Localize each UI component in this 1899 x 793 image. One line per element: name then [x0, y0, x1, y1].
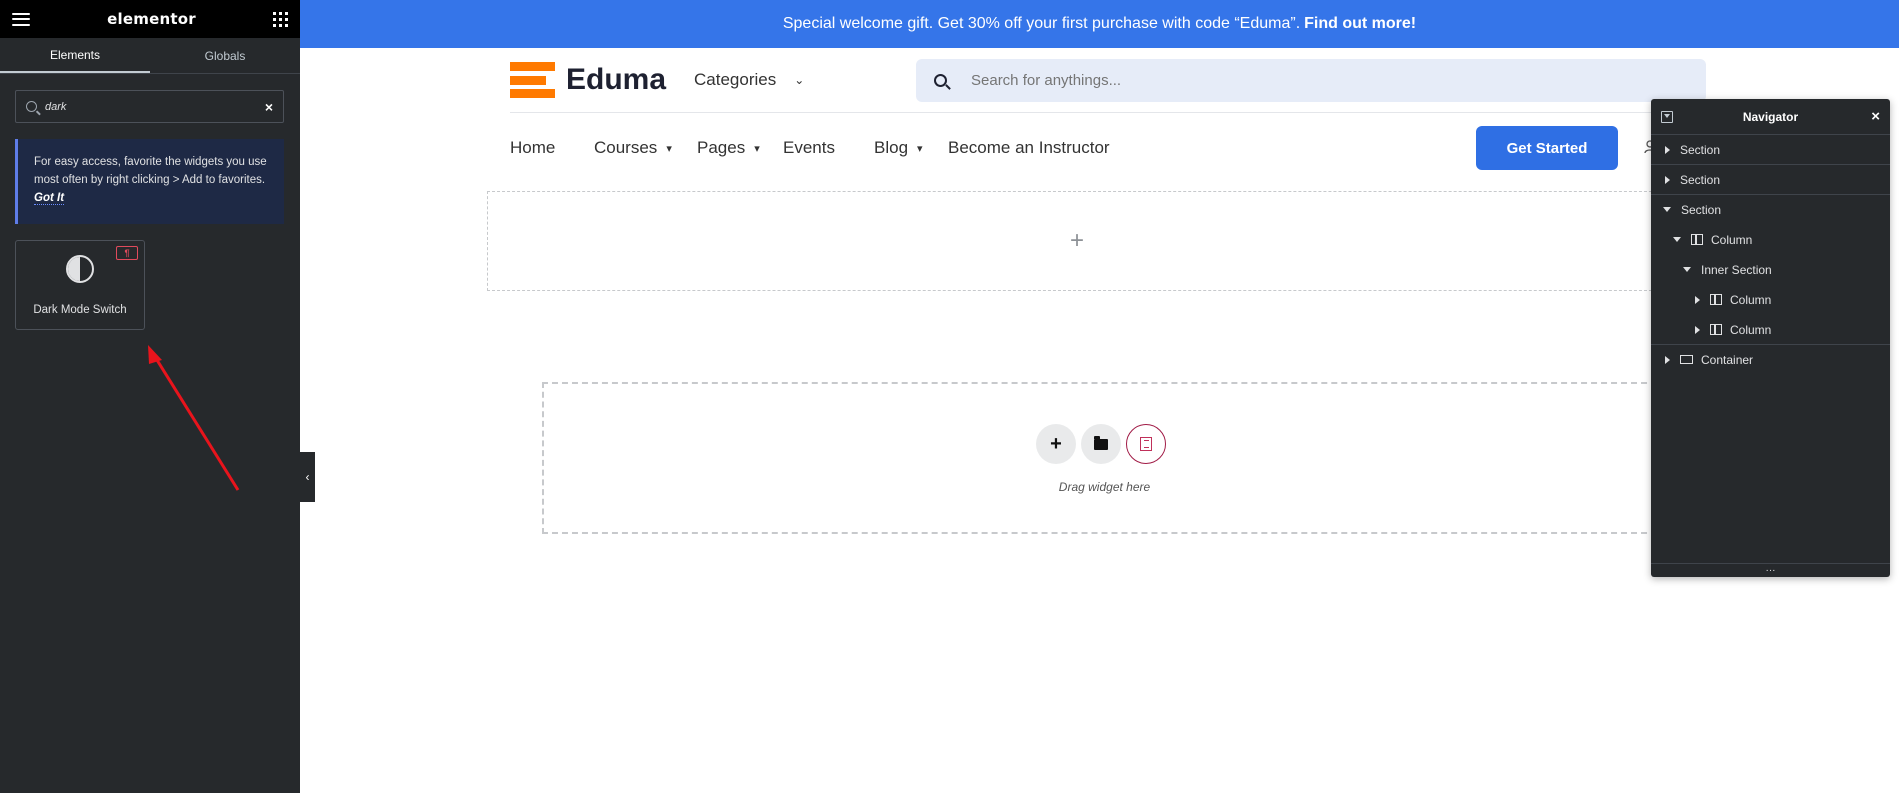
panel-header: elementor	[0, 0, 300, 38]
tree-item-container[interactable]: Container	[1651, 345, 1890, 375]
caret-right-icon[interactable]	[1665, 145, 1670, 154]
clear-search-icon[interactable]: ×	[265, 99, 273, 115]
nav-label: Home	[510, 138, 556, 157]
navigator-tree: Section Section Section Column Inner Sec…	[1651, 135, 1890, 375]
annotation-arrow	[148, 345, 240, 491]
caret-right-icon[interactable]	[1695, 325, 1700, 334]
tree-item-column[interactable]: Column	[1651, 225, 1890, 255]
tree-item-inner-section[interactable]: Inner Section	[1651, 255, 1890, 285]
tree-item-label: Column	[1730, 292, 1772, 307]
tree-item-label: Section	[1681, 202, 1722, 217]
nav-blog[interactable]: Blog ▾	[874, 138, 923, 158]
panel-collapse-handle[interactable]: ‹	[300, 452, 315, 502]
caret-right-icon[interactable]	[1665, 355, 1670, 364]
nav-courses[interactable]: Courses ▾	[594, 138, 672, 158]
nav-label: Pages	[697, 138, 746, 157]
widget-search-input[interactable]	[45, 100, 265, 113]
navigator-resize-handle[interactable]: ···	[1651, 563, 1890, 577]
drag-widget-hint: Drag widget here	[1058, 480, 1151, 494]
site-search	[916, 59, 1706, 102]
half-circle-icon	[66, 255, 94, 283]
chevron-down-icon: ▾	[917, 142, 923, 155]
tab-elements[interactable]: Elements	[0, 38, 150, 73]
header-divider	[510, 112, 1780, 113]
tree-item-section[interactable]: Section	[1651, 135, 1890, 165]
tree-item-column[interactable]: Column	[1651, 315, 1890, 345]
chevron-down-icon: ▾	[666, 142, 672, 155]
tree-item-label: Section	[1680, 172, 1721, 187]
tab-globals[interactable]: Globals	[150, 38, 300, 73]
caret-down-icon[interactable]	[1673, 237, 1681, 242]
nav-events[interactable]: Events	[783, 138, 835, 158]
chevron-down-icon: ▾	[754, 142, 760, 155]
nav-label: Courses	[594, 138, 658, 157]
favorites-tip-text: For easy access, favorite the widgets yo…	[34, 156, 267, 186]
elementor-icon	[1140, 437, 1152, 451]
add-section-button[interactable]: +	[1036, 424, 1076, 464]
navigator-panel: Navigator × Section Section Section Colu…	[1651, 99, 1890, 577]
nav-home[interactable]: Home	[510, 138, 555, 158]
navigator-title: Navigator	[1742, 109, 1799, 124]
tree-item-label: Column	[1711, 232, 1753, 247]
panel-tabs: Elements Globals	[0, 38, 300, 74]
app-root: elementor Elements Globals × For easy ac…	[0, 0, 1899, 793]
add-icon[interactable]: +	[1070, 227, 1084, 255]
add-section-buttons: +	[1036, 424, 1171, 464]
column-icon	[1710, 324, 1722, 335]
tree-item-section[interactable]: Section	[1651, 195, 1890, 225]
tree-item-label: Column	[1730, 322, 1772, 337]
tree-item-label: Section	[1680, 142, 1721, 157]
column-icon	[1691, 234, 1703, 245]
column-icon	[1710, 294, 1722, 305]
tree-item-label: Container	[1701, 352, 1754, 367]
widget-dark-mode-switch[interactable]: ¶ Dark Mode Switch	[15, 240, 145, 330]
elementor-panel: elementor Elements Globals × For easy ac…	[0, 0, 300, 793]
search-icon	[26, 101, 37, 112]
site-logo[interactable]: Eduma	[510, 62, 666, 98]
pro-badge-icon: ¶	[116, 246, 138, 260]
categories-label: Categories	[694, 70, 777, 89]
folder-icon	[1094, 435, 1108, 450]
logo-mark-icon	[510, 62, 555, 98]
caret-right-icon[interactable]	[1665, 175, 1670, 184]
caret-right-icon[interactable]	[1695, 295, 1700, 304]
got-it-link[interactable]: Got It	[34, 192, 65, 205]
nav-become-instructor[interactable]: Become an Instructor	[948, 138, 1110, 158]
banner-text: Special welcome gift. Get 30% off your f…	[782, 15, 1301, 32]
elementor-logo: elementor	[107, 10, 196, 28]
menu-icon[interactable]	[12, 12, 30, 26]
favorites-tip: For easy access, favorite the widgets yo…	[15, 139, 284, 224]
tree-item-label: Inner Section	[1701, 262, 1772, 277]
search-icon	[934, 74, 947, 87]
promo-banner: Special welcome gift. Get 30% off your f…	[300, 0, 1899, 48]
categories-dropdown[interactable]: Categories ⌄	[694, 70, 804, 90]
apps-grid-icon[interactable]	[273, 11, 288, 27]
caret-down-icon[interactable]	[1663, 207, 1671, 212]
container-icon	[1680, 355, 1693, 364]
get-started-button[interactable]: Get Started	[1476, 126, 1618, 170]
tree-item-section[interactable]: Section	[1651, 165, 1890, 195]
elementor-kit-button[interactable]	[1126, 424, 1166, 464]
add-section-dropzone: + Drag widget here	[542, 382, 1667, 534]
nav-pages[interactable]: Pages ▾	[697, 138, 760, 158]
navigator-header[interactable]: Navigator ×	[1651, 99, 1890, 135]
widget-search: ×	[15, 90, 284, 123]
chevron-down-icon: ⌄	[794, 73, 805, 87]
close-icon[interactable]: ×	[1871, 108, 1880, 125]
banner-link[interactable]: Find out more!	[1304, 15, 1416, 33]
logo-text: Eduma	[566, 63, 667, 96]
site-search-input[interactable]	[971, 72, 1688, 89]
tree-item-column[interactable]: Column	[1651, 285, 1890, 315]
caret-down-icon[interactable]	[1683, 267, 1691, 272]
collapse-all-icon[interactable]	[1661, 111, 1673, 123]
empty-section-dropzone[interactable]: +	[487, 191, 1667, 291]
add-template-button[interactable]	[1081, 424, 1121, 464]
nav-label: Blog	[874, 138, 909, 157]
nav-label: Events	[783, 138, 835, 157]
widget-label: Dark Mode Switch	[33, 304, 127, 316]
nav-label: Become an Instructor	[948, 138, 1110, 157]
